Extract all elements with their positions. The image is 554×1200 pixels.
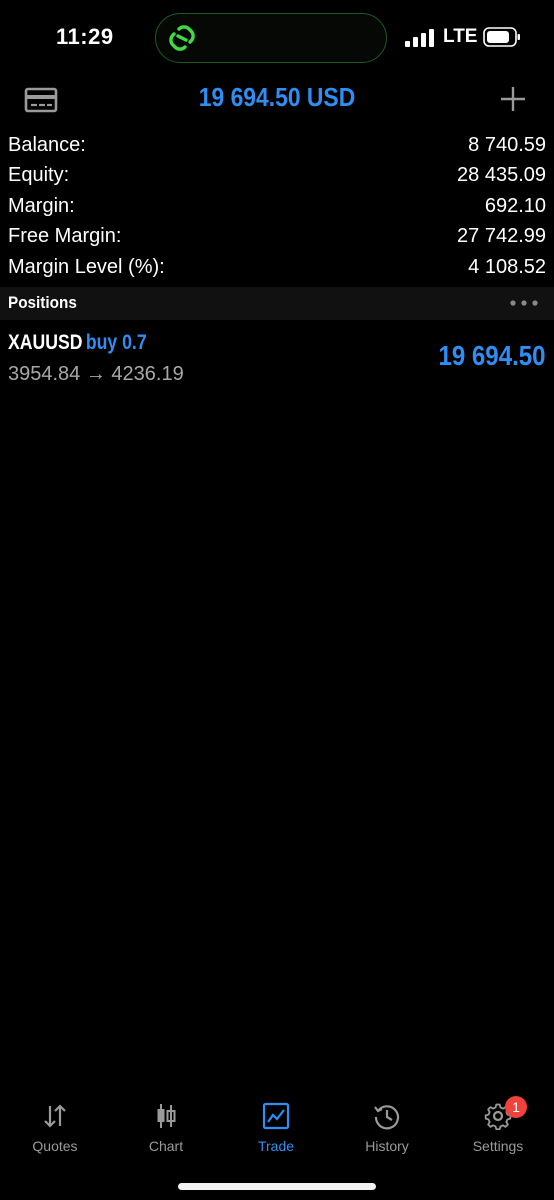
- header-title: 19 694.50 USD: [198, 82, 356, 112]
- summary-value: 4 108.52: [468, 255, 546, 278]
- plus-icon[interactable]: [498, 84, 528, 114]
- more-dots-icon[interactable]: [508, 298, 540, 308]
- summary-value: 27 742.99: [457, 225, 546, 248]
- status-bar: 11:29 LTE: [0, 0, 554, 76]
- account-summary: Balance: 8 740.59 Equity: 28 435.09 Marg…: [0, 132, 554, 284]
- summary-label: Free Margin:: [8, 225, 122, 248]
- summary-value: 692.10: [484, 194, 546, 217]
- tab-label: Chart: [148, 1138, 184, 1154]
- summary-value: 28 435.09: [457, 164, 546, 187]
- positions-header: Positions: [0, 287, 554, 320]
- position-symbol: XAUUSD: [8, 331, 83, 354]
- cellular-signal-icon: [405, 29, 434, 47]
- summary-row-balance: Balance: 8 740.59: [0, 132, 554, 162]
- tab-history[interactable]: History: [332, 1092, 442, 1162]
- tab-label: Quotes: [32, 1138, 78, 1154]
- summary-label: Margin:: [8, 194, 75, 217]
- summary-label: Equity:: [8, 164, 70, 187]
- trade-chart-icon: [262, 1102, 290, 1130]
- history-clock-icon: [374, 1105, 400, 1130]
- dynamic-island[interactable]: [155, 13, 387, 63]
- position-symbol-line: XAUUSD buy 0.7: [8, 331, 147, 355]
- battery-icon: [483, 27, 520, 47]
- quotes-arrows-icon: [44, 1104, 66, 1128]
- summary-label: Balance:: [8, 134, 86, 156]
- position-side: buy 0.7: [85, 331, 147, 354]
- top-bar: 19 694.50 USD: [0, 76, 554, 128]
- home-indicator[interactable]: [178, 1183, 376, 1190]
- positions-title: Positions: [8, 293, 77, 312]
- tab-settings[interactable]: 1 Settings: [443, 1092, 553, 1162]
- status-time: 11:29: [56, 24, 114, 49]
- summary-row-margin: Margin: 692.10: [0, 193, 554, 223]
- tab-trade[interactable]: Trade: [221, 1092, 331, 1162]
- tab-chart[interactable]: Chart: [111, 1092, 221, 1162]
- summary-row-free-margin: Free Margin: 27 742.99: [0, 223, 554, 253]
- candlestick-icon: [157, 1104, 176, 1128]
- summary-row-margin-level: Margin Level (%): 4 108.52: [0, 254, 554, 284]
- tab-label: Settings: [472, 1138, 524, 1154]
- tab-label: Trade: [257, 1138, 295, 1154]
- notification-badge: 1: [505, 1096, 527, 1118]
- summary-row-equity: Equity: 28 435.09: [0, 162, 554, 192]
- position-prices: 3954.84 → 4236.19: [8, 363, 184, 385]
- summary-label: Margin Level (%):: [8, 255, 165, 278]
- tab-quotes[interactable]: Quotes: [0, 1092, 110, 1162]
- position-row[interactable]: XAUUSD buy 0.7 3954.84 → 4236.19 19 694.5…: [0, 322, 554, 392]
- link-icon: [169, 25, 195, 51]
- tab-label: History: [365, 1138, 409, 1154]
- position-profit: 19 694.50: [438, 340, 546, 371]
- tab-bar: Quotes Chart Trade History 1 Settings: [0, 1092, 554, 1162]
- summary-value: 8 740.59: [468, 134, 546, 156]
- carrier-label: LTE: [443, 26, 478, 47]
